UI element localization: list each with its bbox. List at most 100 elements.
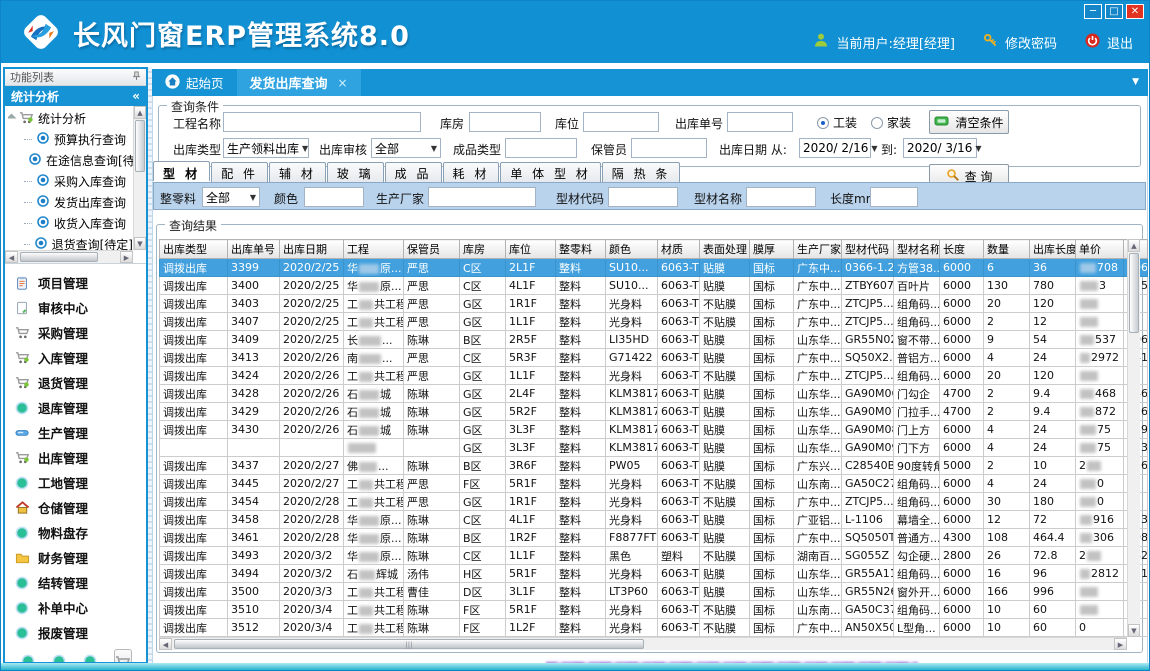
table-row[interactable]: 调拨出库34542020/2/28工共工程严思G区1R1F整料光身料6063-T… — [160, 493, 1148, 511]
column-header[interactable]: 材质 — [658, 240, 700, 259]
product-type-input[interactable] — [505, 138, 577, 158]
column-header[interactable]: 工程 — [344, 240, 404, 259]
table-row[interactable]: 调拨出库34942020/3/2石辉城汤伟H区5R1F整料光身料6063-T5贴… — [160, 565, 1148, 583]
scrollbar-thumb[interactable]: ||| — [174, 639, 644, 649]
grid-vertical-scrollbar[interactable]: ▲ ▼ — [1127, 239, 1140, 637]
scrollbar-thumb[interactable] — [20, 252, 98, 262]
column-header[interactable]: 出库类型 — [160, 240, 228, 259]
table-row[interactable]: 调拨出库34282020/2/26石城陈琳G区2L4F整料KLM38176063… — [160, 385, 1148, 403]
tab-list-caret-icon[interactable]: ▼ — [1132, 77, 1139, 87]
scroll-right-icon[interactable]: ▶ — [1114, 638, 1127, 650]
sidebar-item-note[interactable]: 审核中心 — [14, 295, 146, 320]
grid-horizontal-scrollbar[interactable]: ◀ ||| ▶ — [159, 637, 1127, 650]
sidebar-item-dot[interactable]: 结转管理 — [14, 570, 146, 595]
table-row[interactable]: G区3L3F整料KLM38176063-T5贴膜国标山东华...GA90M09.… — [160, 439, 1148, 457]
tab-home[interactable]: 起始页 — [152, 69, 237, 96]
tree-item[interactable]: 采购入库查询 — [8, 171, 133, 192]
tree-horizontal-scrollbar[interactable]: ◀ ▶ — [5, 250, 133, 263]
material-tab[interactable]: 单 体 型 材 — [500, 162, 600, 182]
tree-item[interactable]: 退货查询[待定] — [8, 234, 133, 250]
sidebar-item-machine[interactable]: 生产管理 — [14, 420, 146, 445]
column-header[interactable]: 库房 — [460, 240, 506, 259]
sidebar-item-dot[interactable]: 工地管理 — [14, 470, 146, 495]
column-header[interactable]: 型材名称 — [894, 240, 940, 259]
material-tab[interactable]: 玻 璃 — [327, 162, 384, 182]
table-row[interactable]: 调拨出库35122020/3/4工共工程陈琳F区1L2F整料光身料6063-T5… — [160, 619, 1148, 637]
column-header[interactable]: 生产厂家 — [794, 240, 842, 259]
material-tab[interactable]: 配 件 — [211, 162, 268, 182]
maximize-button[interactable]: □ — [1105, 4, 1123, 19]
code-input[interactable] — [608, 187, 678, 207]
radio-gongzhuang[interactable]: 工装 — [817, 114, 857, 131]
date-to-dropdown[interactable]: 2020/ 3/16▼ — [903, 138, 977, 158]
table-row[interactable]: 调拨出库34072020/2/25工共工程严思G区1L1F整料光身料6063-T… — [160, 313, 1148, 331]
location-input[interactable] — [583, 112, 659, 132]
table-row[interactable]: 调拨出库34302020/2/26石城陈琳G区3L3F整料KLM38176063… — [160, 421, 1148, 439]
sidebar-item-dot[interactable]: 报废管理 — [14, 620, 146, 645]
table-row[interactable]: 调拨出库34002020/2/25华原...严思C区4L1F整料SU10...6… — [160, 277, 1148, 295]
table-row[interactable]: 调拨出库34292020/2/26石城陈琳G区5R2F整料KLM38176063… — [160, 403, 1148, 421]
keeper-input[interactable] — [631, 138, 707, 158]
material-tab[interactable]: 隔 热 条 — [602, 162, 681, 182]
sidebar-item-cart-green[interactable]: 退货管理 — [14, 370, 146, 395]
sidebar-item-clipboard[interactable]: 项目管理 — [14, 270, 146, 295]
table-row[interactable]: 调拨出库34932020/3/2华原...陈琳C区1L1F整料黑色塑料不贴膜国标… — [160, 547, 1148, 565]
clear-conditions-button[interactable]: 清空条件 — [929, 110, 1009, 134]
factory-input[interactable] — [428, 187, 536, 207]
sidebar-item-dot[interactable]: 补单中心 — [14, 595, 146, 620]
column-header[interactable]: 出库长度 — [1030, 240, 1076, 259]
scroll-right-icon[interactable]: ▶ — [120, 251, 133, 263]
sidebar-item-dot[interactable]: 物料盘存 — [14, 520, 146, 545]
table-row[interactable]: 调拨出库35002020/3/3工共工程曹佳D区3L1F整料LT3P606063… — [160, 583, 1148, 601]
sidebar-item-dot[interactable]: 退库管理 — [14, 395, 146, 420]
sidebar-item-cart-green[interactable]: 出库管理 — [14, 445, 146, 470]
tab-active[interactable]: 发货出库查询 × — [237, 69, 361, 96]
material-tab[interactable]: 成 品 — [385, 162, 442, 182]
tree-item[interactable]: 预算执行查询 — [8, 129, 133, 150]
tree-item[interactable]: 收货入库查询 — [8, 213, 133, 234]
table-row[interactable]: 调拨出库34132020/2/26南...严思C区5R3F整料G71422606… — [160, 349, 1148, 367]
column-header[interactable]: 表面处理 — [700, 240, 750, 259]
column-header[interactable]: 型材代码 — [842, 240, 894, 259]
scrollbar-thumb[interactable] — [1129, 253, 1139, 333]
column-header[interactable]: 数量 — [984, 240, 1030, 259]
material-tab[interactable]: 耗 材 — [443, 162, 500, 182]
scroll-left-icon[interactable]: ◀ — [159, 638, 172, 650]
audit-dropdown[interactable]: 全部▼ — [371, 138, 441, 158]
column-header[interactable]: 颜色 — [606, 240, 658, 259]
change-password-link[interactable]: 修改密码 — [1005, 33, 1057, 52]
length-input[interactable] — [870, 187, 918, 207]
sidebar-item-cart[interactable]: 采购管理 — [14, 320, 146, 345]
material-tab[interactable]: 型 材 — [153, 161, 210, 181]
minimize-button[interactable]: ─ — [1084, 4, 1102, 19]
pin-icon[interactable] — [132, 71, 141, 84]
tree-vertical-scrollbar[interactable]: ▲ ▼ — [133, 106, 146, 250]
table-row[interactable]: 调拨出库34612020/2/28华原...陈琳B区1R2F整料F8877FT6… — [160, 529, 1148, 547]
table-row[interactable]: 调拨出库34032020/2/25工共工程严思G区1R1F整料光身料6063-T… — [160, 295, 1148, 313]
table-row[interactable]: 调拨出库34092020/2/25长...陈琳B区2R5F整料LI35HD606… — [160, 331, 1148, 349]
scroll-left-icon[interactable]: ◀ — [5, 251, 18, 263]
tree-expander-icon[interactable] — [8, 114, 16, 124]
column-header[interactable]: 出库单号 — [228, 240, 280, 259]
table-row[interactable]: 调拨出库34452020/2/27工共工程严思F区5R1F整料光身料6063-T… — [160, 475, 1148, 493]
close-button[interactable]: ✕ — [1126, 4, 1144, 19]
column-header[interactable]: 长度 — [940, 240, 984, 259]
order-no-input[interactable] — [727, 112, 793, 132]
scroll-down-icon[interactable]: ▼ — [134, 237, 146, 250]
material-tab[interactable]: 辅 材 — [269, 162, 326, 182]
sidebar-item-house[interactable]: 仓储管理 — [14, 495, 146, 520]
sidebar-item-folder[interactable]: 财务管理 — [14, 545, 146, 570]
table-row[interactable]: 调拨出库34582020/2/28华原...陈琳C区4L1F整料光身料6063-… — [160, 511, 1148, 529]
date-from-dropdown[interactable]: 2020/ 2/16▼ — [799, 138, 871, 158]
project-name-input[interactable] — [223, 112, 421, 132]
collapse-icon[interactable]: « — [132, 89, 140, 103]
out-type-dropdown[interactable]: 生产领料出库▼ — [223, 138, 309, 158]
column-header[interactable]: 膜厚 — [750, 240, 794, 259]
tab-close-icon[interactable]: × — [338, 76, 348, 90]
table-row[interactable]: 调拨出库34372020/2/27佛...陈琳B区3R6F整料PW056063-… — [160, 457, 1148, 475]
scrollbar-thumb[interactable] — [135, 120, 145, 172]
table-row[interactable]: 调拨出库34242020/2/26工共工程严思G区1L1F整料光身料6063-T… — [160, 367, 1148, 385]
table-row[interactable]: 调拨出库33992020/2/25华原...严思C区2L1F整料SU10...6… — [160, 259, 1148, 277]
table-row[interactable]: 调拨出库35102020/3/4工共工程陈琳F区5R1F整料光身料6063-T5… — [160, 601, 1148, 619]
cart-button[interactable] — [114, 649, 132, 664]
